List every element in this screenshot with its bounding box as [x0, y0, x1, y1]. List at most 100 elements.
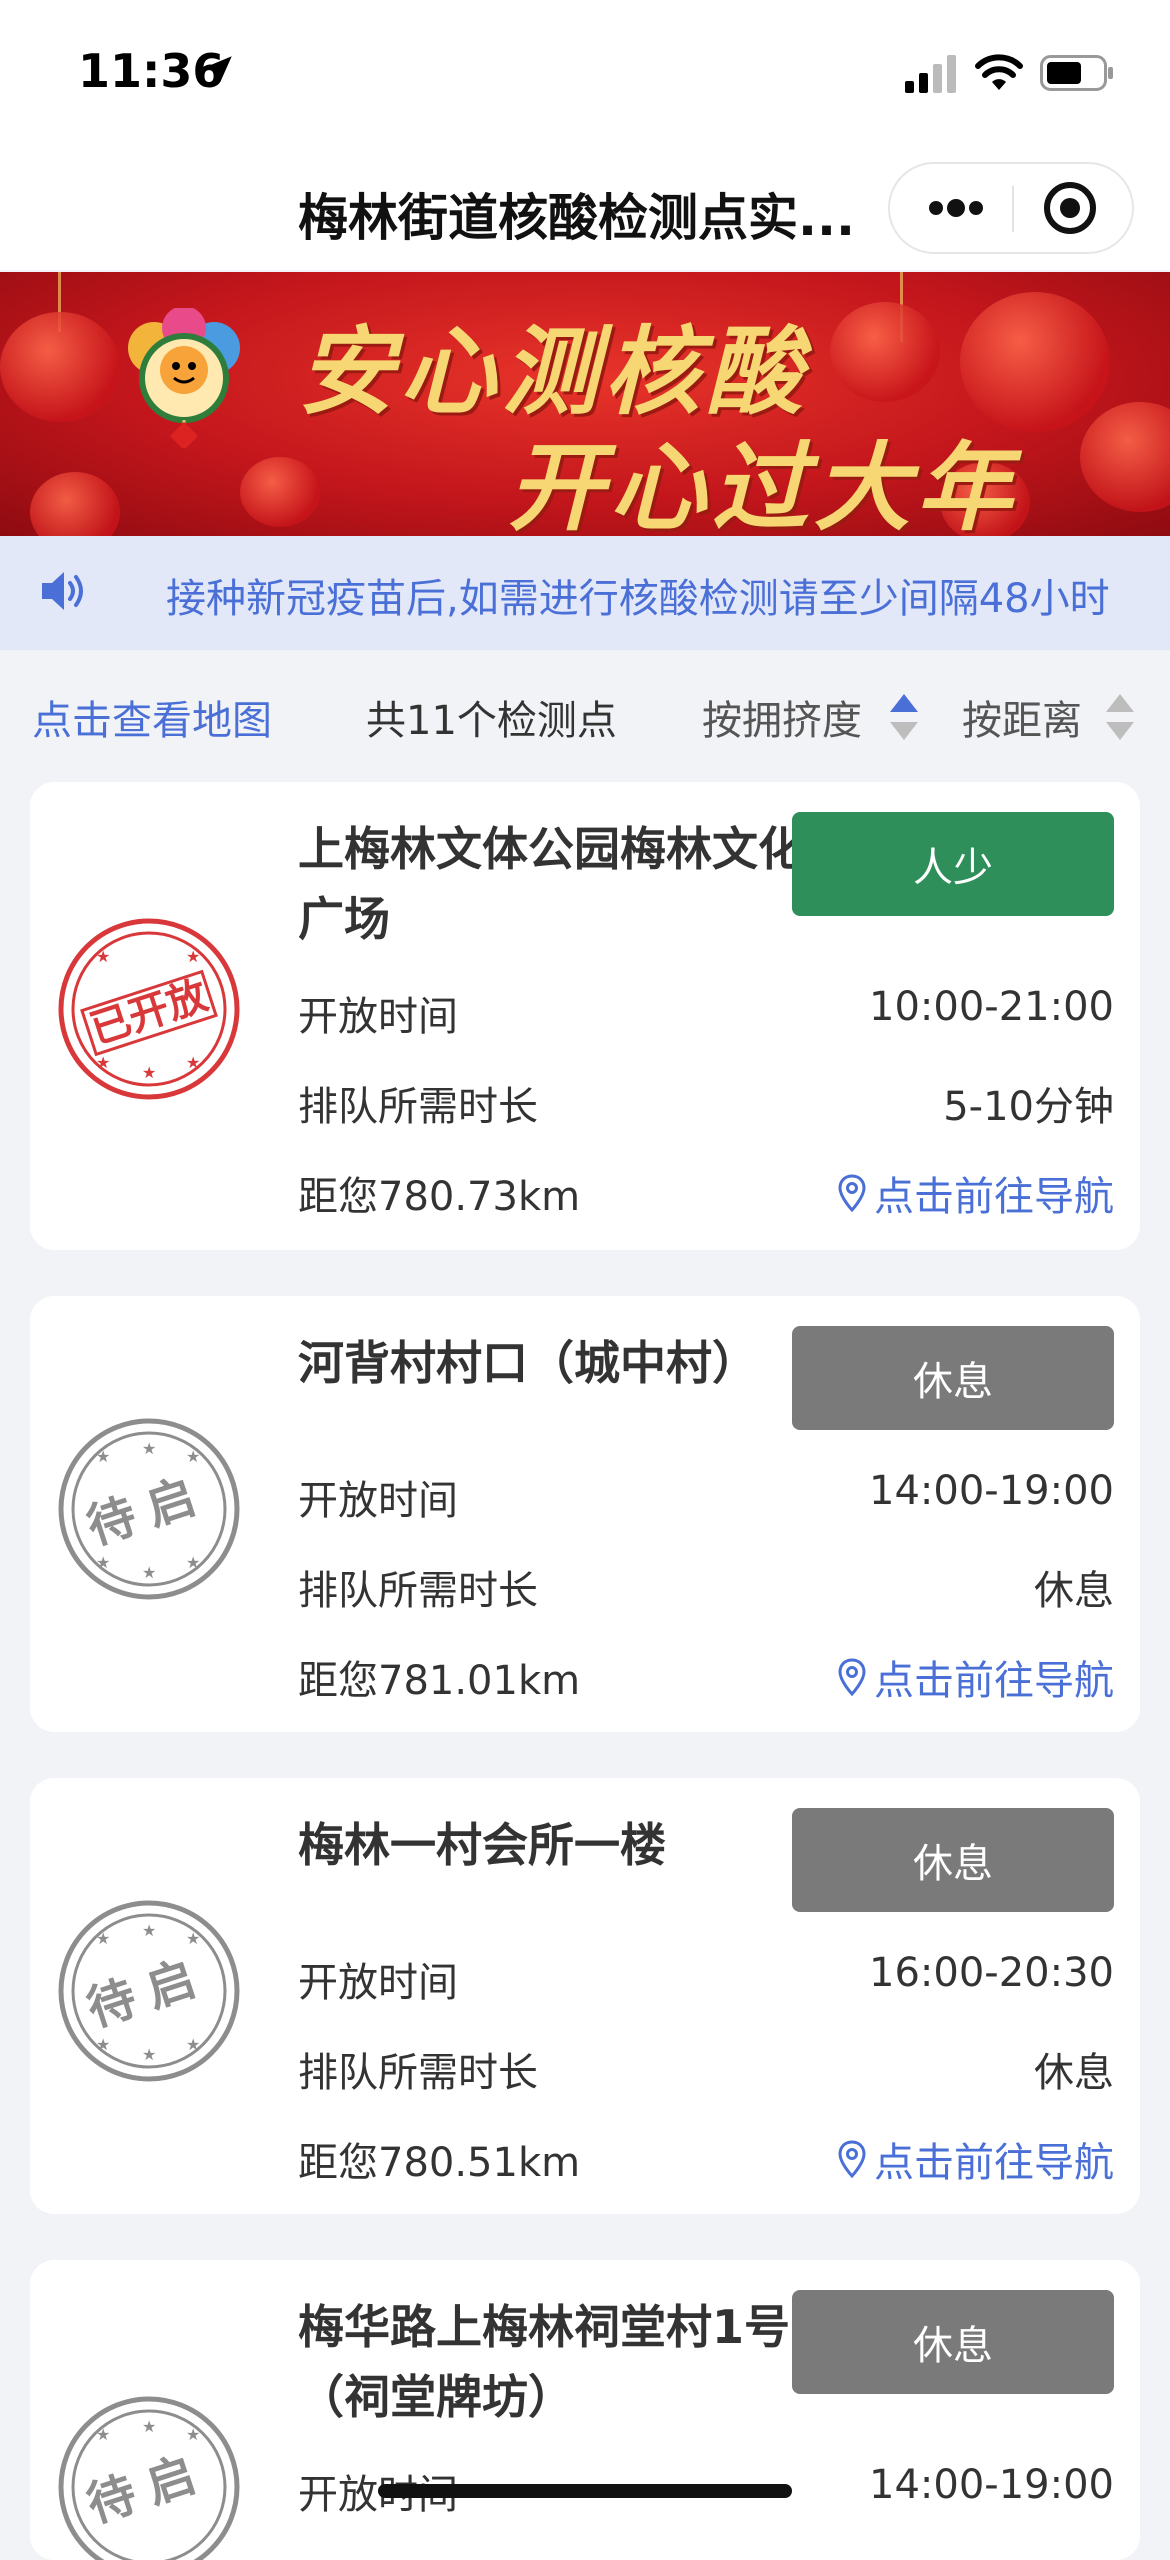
- test-site-card[interactable]: ★ ★ ★ ★ ★ ★ 待启 梅林一村会所一楼 休息 开放时间 16:00-20:30…: [30, 1778, 1140, 2214]
- svg-text:★: ★: [96, 1929, 110, 1948]
- banner-slogan-line2: 开心过大年: [508, 431, 1018, 536]
- crowd-status-badge: 人少: [792, 812, 1114, 916]
- promo-banner[interactable]: 安心测核酸 开心过大年: [0, 272, 1170, 536]
- capsule-divider: [1012, 186, 1014, 232]
- site-name: 梅华路上梅林祠堂村1号（祠堂牌坊）: [298, 2300, 791, 2424]
- pending-stamp-icon: ★ ★ ★ ★ ★ ★ 待启: [58, 1900, 240, 2082]
- lantern-decoration: [240, 457, 320, 527]
- more-dots-icon: [929, 199, 983, 217]
- svg-text:★: ★: [96, 2035, 110, 2054]
- svg-text:★: ★: [186, 947, 200, 966]
- crowd-status-badge: 休息: [792, 2290, 1114, 2394]
- sort-arrows-icon[interactable]: [888, 690, 920, 744]
- svg-text:★: ★: [142, 1439, 156, 1458]
- battery-icon: [1040, 55, 1113, 91]
- distance-row: 距您780.51km 点击前往导航: [298, 2130, 1114, 2190]
- svg-text:★: ★: [142, 2045, 156, 2064]
- open-stamp-icon: ★ ★ ★ ★ ★ 已开放: [58, 918, 240, 1100]
- navigate-label: 点击前往导航: [874, 1658, 1114, 1704]
- distance-row: 距您781.01km 点击前往导航: [298, 1648, 1114, 1708]
- notice-text: 接种新冠疫苗后,如需进行核酸检测请至少间隔48小时: [166, 576, 1110, 622]
- stamp-text: 已开放: [85, 973, 213, 1054]
- page-title: 梅林街道核酸检测点实...: [298, 189, 855, 247]
- open-time-row: 开放时间 16:00-20:30: [298, 1950, 1114, 2010]
- svg-text:★: ★: [186, 1053, 200, 1072]
- location-pin-icon: [838, 1658, 866, 1696]
- svg-text:★: ★: [186, 1447, 200, 1466]
- navigate-link[interactable]: 点击前往导航: [838, 1648, 1114, 1706]
- location-arrow-icon: [206, 56, 232, 82]
- distance-row: 距您780.73km 点击前往导航: [298, 1164, 1114, 1224]
- status-bar: 11:36: [0, 0, 1170, 140]
- navigate-link[interactable]: 点击前往导航: [838, 1164, 1114, 1222]
- queue-time-row: 排队所需时长 休息: [298, 1558, 1114, 1618]
- queue-time-row: 排队所需时长 5-10分钟: [298, 1074, 1114, 1134]
- speaker-icon: [42, 572, 83, 610]
- navigate-label: 点击前往导航: [874, 2140, 1114, 2186]
- lantern-decoration: [0, 312, 120, 422]
- notice-bar: 接种新冠疫苗后,如需进行核酸检测请至少间隔48小时: [0, 536, 1170, 650]
- svg-text:★: ★: [186, 1553, 200, 1572]
- location-pin-icon: [838, 1174, 866, 1212]
- open-time-label: 开放时间: [298, 1960, 458, 2006]
- queue-time-row: 排队所需时长 休息: [298, 2040, 1114, 2100]
- sort-by-distance-button[interactable]: 按距离: [962, 688, 1082, 746]
- open-time-label: 开放时间: [298, 1478, 458, 1524]
- distance-value: 距您780.51km: [298, 2140, 581, 2186]
- site-name: 河背村村口（城中村）: [298, 1336, 758, 1390]
- queue-time-value: 5-10分钟: [943, 1084, 1114, 1130]
- open-time-row: 开放时间 14:00-19:00: [298, 1468, 1114, 1528]
- svg-text:★: ★: [142, 1921, 156, 1940]
- open-time-label: 开放时间: [298, 994, 458, 1040]
- location-pin-icon: [838, 2140, 866, 2178]
- lantern-decoration: [1080, 402, 1170, 512]
- svg-text:★: ★: [96, 1553, 110, 1572]
- site-name: 上梅林文体公园梅林文化广场: [298, 822, 804, 946]
- sort-by-crowd-button[interactable]: 按拥挤度: [702, 688, 862, 746]
- test-site-card[interactable]: ★ ★ ★ 待启 梅华路上梅林祠堂村1号（祠堂牌坊） 休息 开放时间 14:00-…: [30, 2260, 1140, 2560]
- svg-text:★: ★: [142, 1063, 156, 1082]
- tiger-mascot-logo: [128, 308, 240, 448]
- distance-value: 距您781.01km: [298, 1658, 581, 1704]
- test-site-card[interactable]: ★ ★ ★ ★ ★ ★ 待启 河背村村口（城中村） 休息 开放时间 14:00-19:…: [30, 1296, 1140, 1732]
- queue-time-label: 排队所需时长: [298, 2050, 538, 2096]
- sort-arrows-icon[interactable]: [1104, 690, 1136, 744]
- crowd-status-badge: 休息: [792, 1808, 1114, 1912]
- queue-time-label: 排队所需时长: [298, 1568, 538, 1614]
- navigate-label: 点击前往导航: [874, 1174, 1114, 1220]
- filter-bar: 点击查看地图 共11个检测点 按拥挤度 按距离: [0, 650, 1170, 772]
- more-button[interactable]: [906, 164, 1006, 252]
- wifi-icon: [975, 54, 1023, 90]
- svg-text:★: ★: [96, 1053, 110, 1072]
- site-name: 梅林一村会所一楼: [298, 1818, 666, 1872]
- lantern-decoration: [30, 472, 120, 536]
- queue-time-value: 休息: [1034, 2050, 1114, 2096]
- open-time-value: 10:00-21:00: [869, 984, 1114, 1030]
- svg-text:★: ★: [96, 1447, 110, 1466]
- open-time-value: 14:00-19:00: [869, 1468, 1114, 1514]
- svg-text:★: ★: [186, 2035, 200, 2054]
- open-time-value: 14:00-19:00: [869, 2462, 1114, 2508]
- svg-text:★: ★: [186, 1929, 200, 1948]
- stamp-text: 待启: [80, 1946, 215, 2038]
- svg-text:★: ★: [186, 2425, 200, 2444]
- close-mini-program-button[interactable]: [1020, 164, 1120, 252]
- svg-text:★: ★: [142, 1563, 156, 1582]
- stamp-text: 待启: [80, 2442, 215, 2534]
- queue-time-label: 排队所需时长: [298, 1084, 538, 1130]
- crowd-status-badge: 休息: [792, 1326, 1114, 1430]
- open-time-row: 开放时间 10:00-21:00: [298, 984, 1114, 1044]
- home-indicator[interactable]: [378, 2484, 792, 2498]
- lantern-decoration: [830, 302, 940, 402]
- mini-program-capsule: [888, 162, 1134, 254]
- view-map-link[interactable]: 点击查看地图: [32, 688, 272, 746]
- svg-text:★: ★: [96, 2425, 110, 2444]
- svg-text:★: ★: [96, 947, 110, 966]
- distance-value: 距您780.73km: [298, 1174, 581, 1220]
- mini-program-nav-bar: 梅林街道核酸检测点实...: [0, 140, 1170, 270]
- stamp-text: 待启: [80, 1464, 215, 1556]
- site-count: 共11个检测点: [366, 698, 617, 744]
- test-site-card[interactable]: ★ ★ ★ ★ ★ 已开放 上梅林文体公园梅林文化广场 人少 开放时间 10:00-…: [30, 782, 1140, 1250]
- svg-text:★: ★: [142, 2417, 156, 2436]
- navigate-link[interactable]: 点击前往导航: [838, 2130, 1114, 2188]
